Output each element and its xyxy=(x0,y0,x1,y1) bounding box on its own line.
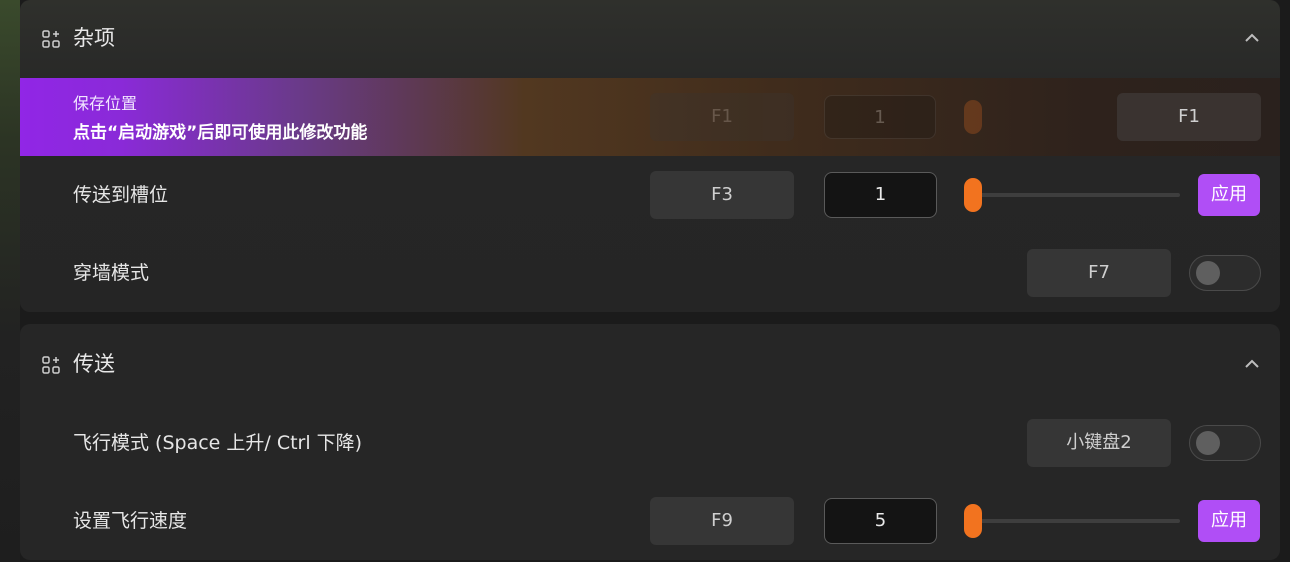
misc-section-title: 杂项 xyxy=(73,26,115,50)
chevron-up-icon[interactable] xyxy=(1242,30,1262,46)
save-position-number-disabled: 1 xyxy=(824,95,936,139)
fly-mode-toggle[interactable] xyxy=(1189,425,1261,461)
noclip-toggle[interactable] xyxy=(1189,255,1261,291)
noclip-hotkey[interactable]: F7 xyxy=(1027,249,1171,297)
teleport-slot-slider-track[interactable] xyxy=(964,193,1180,197)
fly-speed-input[interactable]: 5 xyxy=(824,498,937,544)
fly-speed-apply-button[interactable]: 应用 xyxy=(1198,500,1260,542)
fly-mode-hotkey[interactable]: 小键盘2 xyxy=(1027,419,1171,467)
fly-speed-row: 设置飞行速度 F9 5 应用 xyxy=(20,482,1280,560)
noclip-label: 穿墙模式 xyxy=(73,262,150,284)
save-position-hotkey[interactable]: F1 xyxy=(1117,93,1261,141)
save-position-slider-disabled xyxy=(964,100,982,134)
fly-speed-slider-thumb[interactable] xyxy=(964,504,982,538)
toggle-knob xyxy=(1196,261,1220,285)
fly-speed-hotkey[interactable]: F9 xyxy=(650,497,794,545)
teleport-slot-row: 传送到槽位 F3 1 应用 xyxy=(20,156,1280,234)
fly-mode-label: 飞行模式 (Space 上升/ Ctrl 下降) xyxy=(73,432,363,454)
apps-add-icon xyxy=(42,30,60,48)
chevron-up-icon[interactable] xyxy=(1242,356,1262,372)
teleport-slot-apply-button[interactable]: 应用 xyxy=(1198,174,1260,216)
save-position-label: 保存位置 xyxy=(73,94,138,113)
fly-speed-label: 设置飞行速度 xyxy=(73,510,188,532)
teleport-slot-hotkey[interactable]: F3 xyxy=(650,171,794,219)
teleport-section-header[interactable]: 传送 xyxy=(20,324,1280,404)
teleport-slot-label: 传送到槽位 xyxy=(73,184,169,206)
teleport-slot-slider-thumb[interactable] xyxy=(964,178,982,212)
launch-game-notice: 点击“启动游戏”后即可使用此修改功能 xyxy=(73,123,368,143)
misc-section: 杂项 保存位置 点击“启动游戏”后即可使用此修改功能 F1 1 F1 传送到槽位… xyxy=(20,0,1280,312)
background-scenery-left xyxy=(0,0,20,562)
misc-section-header[interactable]: 杂项 xyxy=(20,0,1280,76)
teleport-section-title: 传送 xyxy=(73,352,115,376)
teleport-slot-input[interactable]: 1 xyxy=(824,172,937,218)
save-position-hotkey-disabled: F1 xyxy=(650,93,794,141)
noclip-row: 穿墙模式 F7 xyxy=(20,234,1280,312)
save-position-row: 保存位置 点击“启动游戏”后即可使用此修改功能 F1 1 F1 xyxy=(20,78,1280,156)
apps-add-icon xyxy=(42,356,60,374)
fly-speed-slider-track[interactable] xyxy=(964,519,1180,523)
fly-mode-row: 飞行模式 (Space 上升/ Ctrl 下降) 小键盘2 xyxy=(20,404,1280,482)
teleport-section: 传送 飞行模式 (Space 上升/ Ctrl 下降) 小键盘2 设置飞行速度 … xyxy=(20,324,1280,560)
toggle-knob xyxy=(1196,431,1220,455)
